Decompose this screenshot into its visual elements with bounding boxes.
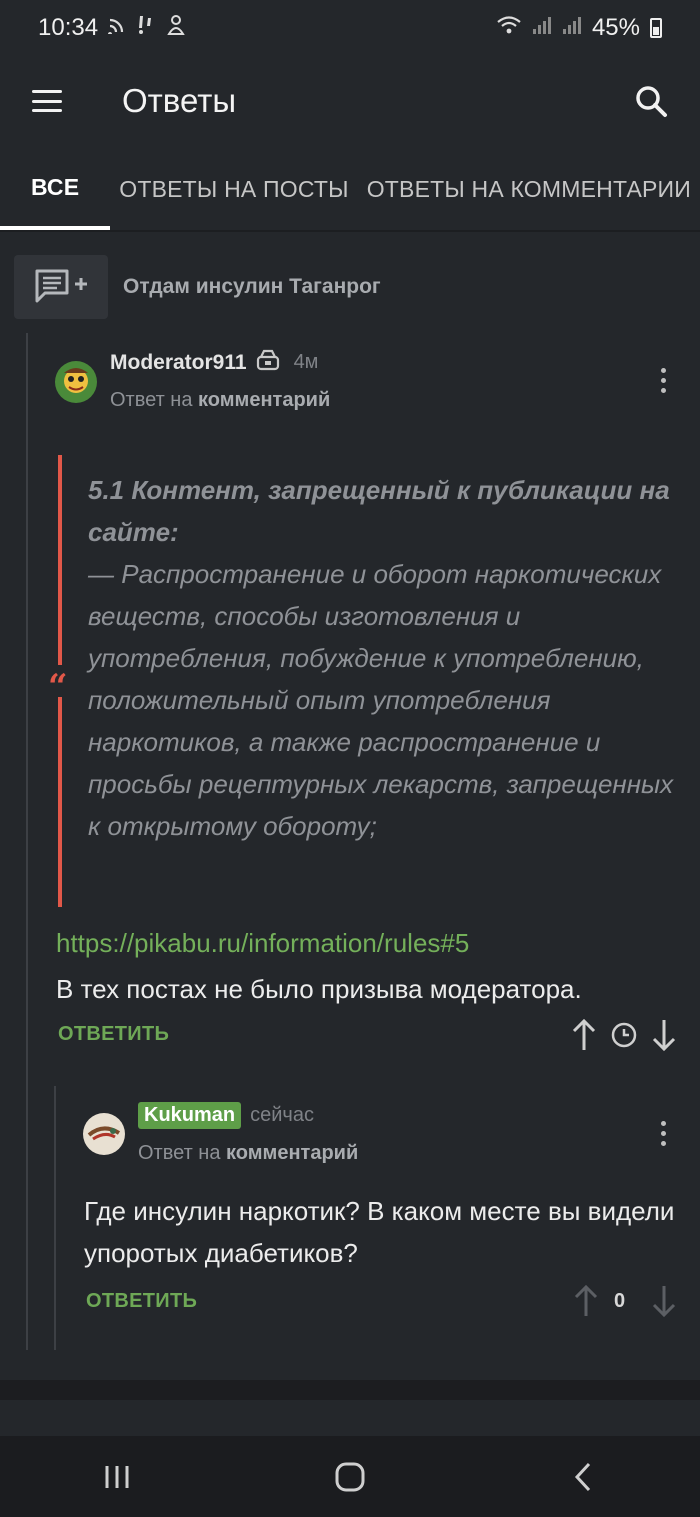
reply-button[interactable]: ОТВЕТИТЬ (58, 1023, 169, 1046)
back-icon[interactable] (553, 1447, 613, 1507)
cast-icon (108, 16, 126, 40)
avatar[interactable] (83, 1113, 125, 1155)
quote-heading: 5.1 Контент, запрещенный к публикации на… (88, 475, 670, 547)
reply-to-prefix: Ответ на (138, 1142, 221, 1164)
downvote-icon[interactable] (651, 1284, 677, 1323)
reply-to-link[interactable]: комментарий (226, 1142, 358, 1164)
app-bar: Ответы (0, 56, 700, 146)
more-options-icon[interactable] (661, 1121, 667, 1146)
system-nav-bar (0, 1436, 700, 1517)
app-notification-icon (166, 14, 186, 42)
comment-text: Где инсулин наркотик? В каком месте вы в… (84, 1196, 675, 1268)
menu-icon[interactable] (32, 90, 62, 112)
status-time: 10:34 (38, 14, 99, 41)
notification-icon (136, 14, 156, 42)
avatar[interactable] (55, 361, 97, 403)
battery-percent: 45% (591, 14, 640, 41)
rules-link[interactable]: https://pikabu.ru/information/rules#5 (56, 928, 469, 959)
comment-text: В тех постах не было призыва модератора. (56, 974, 582, 1004)
upvote-icon[interactable] (573, 1284, 599, 1323)
reply-to: Ответ на комментарий (138, 1142, 358, 1165)
home-icon[interactable] (320, 1447, 380, 1507)
tab-comment-replies[interactable]: ОТВЕТЫ НА КОММЕНТАРИИ (358, 148, 700, 230)
tab-post-replies[interactable]: ОТВЕТЫ НА ПОСТЫ (110, 148, 357, 230)
moderator-badge-icon (256, 349, 280, 376)
more-options-icon[interactable] (661, 368, 667, 393)
upvote-icon[interactable] (571, 1018, 597, 1057)
search-icon[interactable] (634, 84, 668, 118)
battery-icon (650, 18, 662, 38)
post-title[interactable]: Отдам инсулин Таганрог (123, 275, 381, 299)
thread-line (26, 333, 28, 1350)
signal-icon-2 (562, 15, 582, 41)
comment-author-row: Kukuman сейчас (138, 1102, 314, 1129)
quote-body: — Распространение и оборот наркотических… (88, 559, 674, 841)
status-bar: 10:34 45% (0, 0, 700, 56)
recent-apps-icon[interactable] (87, 1447, 147, 1507)
status-left: 10:34 (38, 14, 186, 42)
username[interactable]: Kukuman (138, 1102, 242, 1129)
wifi-icon (496, 15, 522, 41)
downvote-icon[interactable] (651, 1018, 677, 1057)
quote-text: 5.1 Контент, запрещенный к публикации на… (88, 469, 678, 847)
quote-bar (58, 455, 62, 665)
add-comment-icon (14, 255, 108, 319)
page-title: Ответы (122, 82, 237, 119)
comment-author-row: Moderator911 4м (110, 349, 318, 376)
reply-to: Ответ на комментарий (110, 389, 330, 412)
tab-all[interactable]: ВСЕ (0, 148, 111, 230)
status-right: 45% (496, 14, 662, 42)
signal-icon (532, 15, 552, 41)
thread-line-nested (54, 1086, 56, 1350)
comment-time: сейчас (250, 1104, 314, 1126)
reply-to-prefix: Ответ на (110, 389, 193, 411)
post-header[interactable]: Отдам инсулин Таганрог (14, 255, 694, 319)
tabs: ВСЕ ОТВЕТЫ НА ПОСТЫ ОТВЕТЫ НА КОММЕНТАРИ… (0, 148, 700, 232)
separator (0, 1380, 700, 1400)
reply-to-link[interactable]: комментарий (198, 389, 330, 411)
reply-button[interactable]: ОТВЕТИТЬ (86, 1290, 197, 1313)
quote-bar (58, 697, 62, 907)
clock-icon[interactable] (610, 1021, 638, 1054)
comment-time: 4м (293, 351, 319, 373)
username[interactable]: Moderator911 (110, 351, 247, 375)
rating-count: 0 (614, 1290, 626, 1312)
quote-block: “ 5.1 Контент, запрещенный к публикации … (48, 455, 678, 907)
